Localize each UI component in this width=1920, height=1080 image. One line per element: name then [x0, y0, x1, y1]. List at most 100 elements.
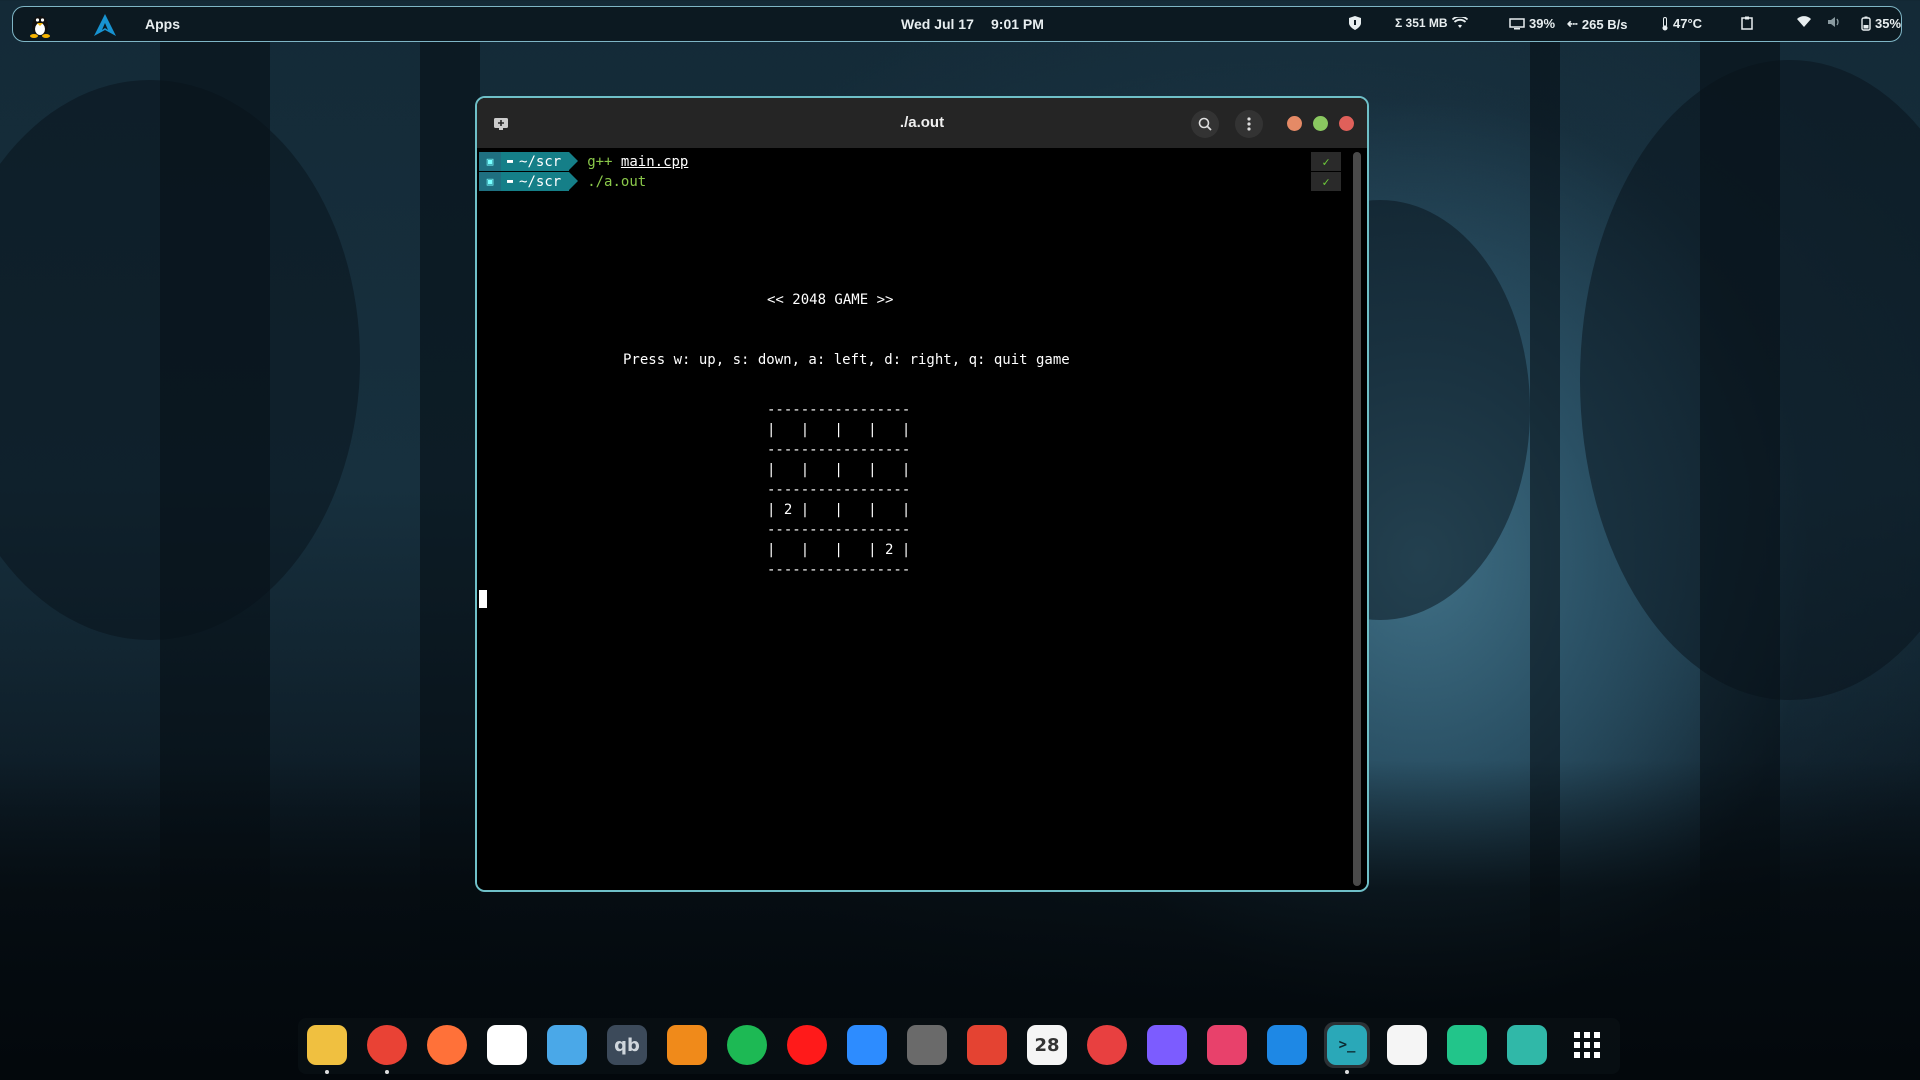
cpu-value: 39% [1529, 16, 1556, 31]
dock-github-icon[interactable] [1204, 1022, 1250, 1068]
chrome-icon [367, 1025, 407, 1065]
qbittorrent-icon: qb [607, 1025, 647, 1065]
board-border: ----------------- [767, 562, 911, 578]
maximize-button[interactable] [1313, 116, 1328, 131]
board-row: | 2 | | | | [767, 502, 911, 518]
files-icon [307, 1025, 347, 1065]
prompt-line: ▣ ▬ ~/scr g++ main.cpp [479, 152, 688, 171]
dock-obsidian-icon[interactable] [1144, 1022, 1190, 1068]
network-indicator[interactable]: ⇠ 265 B/s [1567, 16, 1627, 32]
running-indicator [325, 1070, 329, 1074]
security-icon[interactable] [1349, 16, 1361, 30]
dock-youtube-music-icon[interactable] [784, 1022, 830, 1068]
dock-recycle-icon[interactable] [1504, 1022, 1550, 1068]
firefox-icon [427, 1025, 467, 1065]
dock-files-icon[interactable] [304, 1022, 350, 1074]
dock-mail-icon[interactable] [544, 1022, 590, 1068]
board-row: | | | | | [767, 462, 911, 478]
terminal-glyph-icon: ▣ [479, 152, 501, 171]
command-text: g++ main.cpp [587, 154, 688, 170]
prompt-dir-text: ~/scr [519, 173, 562, 190]
mail-icon [547, 1025, 587, 1065]
monitor-icon [1509, 17, 1525, 29]
memory-value: Σ 351 MB [1395, 16, 1448, 30]
dock-spotify-icon[interactable] [724, 1022, 770, 1068]
board-row: | | | | 2 | [767, 542, 911, 558]
folder-icon: ▬ [507, 176, 514, 187]
clipboard-icon[interactable] [1741, 16, 1753, 30]
clock-date[interactable]: Wed Jul 17 [901, 16, 974, 32]
dock-vlc-icon[interactable] [664, 1022, 710, 1068]
prompt-directory: ▬ ~/scr [501, 152, 579, 171]
dock-obs-icon[interactable] [1084, 1022, 1130, 1068]
cpu-indicator[interactable]: 39% [1509, 16, 1555, 31]
dock-calendar-icon[interactable]: 28 [1024, 1022, 1070, 1068]
obsidian-icon [1147, 1025, 1187, 1065]
battery-icon [1861, 16, 1871, 31]
calendar-icon: 28 [1027, 1025, 1067, 1065]
terminal-output[interactable]: ▣ ▬ ~/scr g++ main.cpp ✓ ▣ ▬ ~/scr ./a.out… [477, 148, 1367, 890]
temperature-indicator[interactable]: 47°C [1661, 16, 1702, 31]
prompt-line: ▣ ▬ ~/scr ./a.out [479, 172, 646, 191]
arch-logo-icon[interactable] [93, 13, 117, 37]
vlc-icon [667, 1025, 707, 1065]
game-instructions: Press w: up, s: down, a: left, d: right,… [623, 352, 1070, 368]
dock-downloader-icon[interactable] [1444, 1022, 1490, 1068]
youtube-music-icon [787, 1025, 827, 1065]
dock-zoom-icon[interactable] [844, 1022, 890, 1068]
battery-value: 35% [1875, 16, 1902, 31]
clock-time[interactable]: 9:01 PM [991, 16, 1044, 32]
command-text: ./a.out [587, 174, 646, 190]
download-arrow-icon: ⇠ [1567, 16, 1578, 31]
text-cursor [479, 590, 487, 608]
wifi-status-icon[interactable] [1797, 16, 1811, 28]
tux-icon[interactable] [27, 12, 53, 38]
recycle-icon [1507, 1025, 1547, 1065]
terminal-window: ./a.out ▣ ▬ ~/scr g++ main.cpp ✓ ▣ ▬ ~/scr… [475, 96, 1369, 892]
scrollbar[interactable] [1353, 152, 1361, 886]
dock-qbittorrent-icon[interactable]: qb [604, 1022, 650, 1068]
menu-icon[interactable] [1235, 110, 1263, 138]
success-check-icon: ✓ [1311, 152, 1341, 171]
window-title: ./a.out [899, 114, 945, 131]
text-editor-icon [1387, 1025, 1427, 1065]
dock-todoist-icon[interactable] [964, 1022, 1010, 1068]
dock-vscode-icon[interactable] [1264, 1022, 1310, 1068]
running-indicator [385, 1070, 389, 1074]
downloader-icon [1447, 1025, 1487, 1065]
prompt-dir-text: ~/scr [519, 153, 562, 170]
terminal-glyph-icon: ▣ [479, 172, 501, 191]
command-name: ./a.out [587, 173, 647, 190]
window-titlebar[interactable]: ./a.out [477, 98, 1367, 148]
close-button[interactable] [1339, 116, 1354, 131]
dock-camera-icon[interactable] [904, 1022, 950, 1068]
command-name: g++ [587, 153, 613, 170]
dock-text-editor-icon[interactable] [1384, 1022, 1430, 1068]
dock-terminal-icon[interactable]: >_ [1324, 1022, 1370, 1074]
temperature-value: 47°C [1673, 16, 1703, 31]
running-indicator [1345, 1070, 1349, 1074]
board-border: ----------------- [767, 482, 911, 498]
dock-chatgpt-icon[interactable] [484, 1022, 530, 1068]
dock-chrome-icon[interactable] [364, 1022, 410, 1074]
apps-menu[interactable]: Apps [145, 16, 180, 32]
volume-icon[interactable] [1827, 16, 1843, 28]
todoist-icon [967, 1025, 1007, 1065]
command-arg: main.cpp [620, 153, 689, 170]
dock-firefox-icon[interactable] [424, 1022, 470, 1068]
board-border: ----------------- [767, 402, 911, 418]
search-icon[interactable] [1191, 110, 1219, 138]
board-row: | | | | | [767, 422, 911, 438]
battery-indicator[interactable]: 35% [1861, 16, 1901, 31]
chatgpt-icon [487, 1025, 527, 1065]
memory-indicator[interactable]: Σ 351 MB [1395, 16, 1468, 30]
zoom-icon [847, 1025, 887, 1065]
dock-app-grid-icon[interactable] [1564, 1022, 1610, 1068]
prompt-directory: ▬ ~/scr [501, 172, 579, 191]
minimize-button[interactable] [1287, 116, 1302, 131]
top-bar: Apps Wed Jul 17 9:01 PM Σ 351 MB 39% ⇠ 2… [12, 6, 1902, 42]
folder-icon: ▬ [507, 156, 514, 167]
terminal-icon: >_ [1327, 1025, 1367, 1065]
board-border: ----------------- [767, 442, 911, 458]
camera-icon [907, 1025, 947, 1065]
